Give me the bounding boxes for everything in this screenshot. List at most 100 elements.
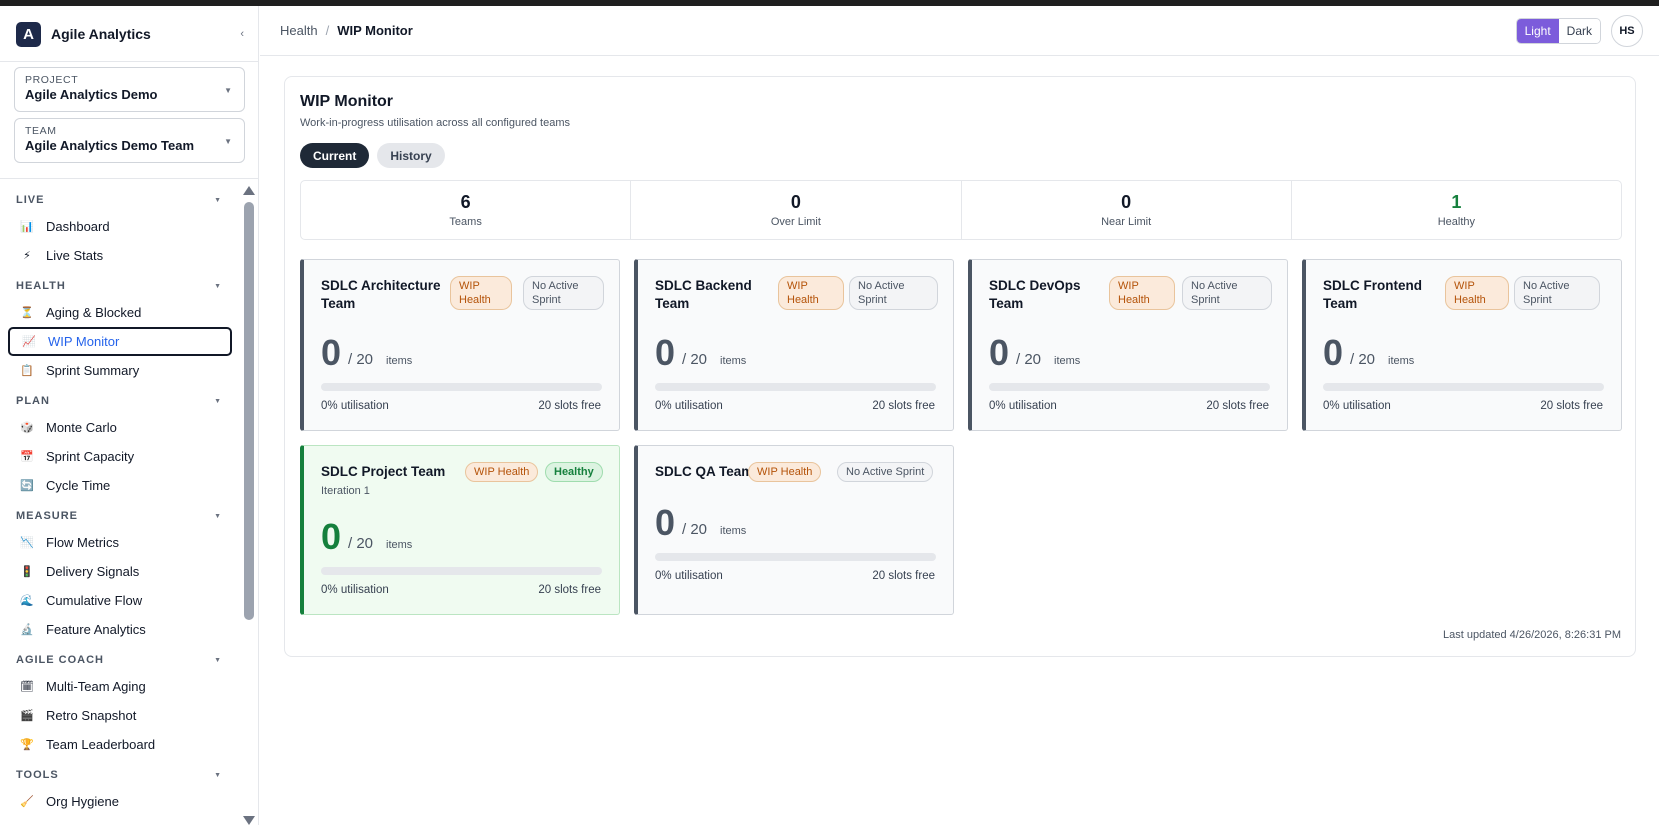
sidebar-item-flow-metrics[interactable]: 📉 Flow Metrics [8,528,232,557]
avatar[interactable]: HS [1611,15,1643,47]
slots-free-text: 20 slots free [872,570,935,582]
scroll-thumb[interactable] [244,202,254,620]
dice-icon: 🎲 [20,422,34,434]
trend-chart-icon: 📈 [22,336,36,348]
tab-history[interactable]: History [377,143,445,168]
team-name: SDLC Backend Team [655,278,752,311]
nav-section-plan[interactable]: PLAN ▼ [0,389,240,413]
brand: A Agile Analytics ‹ [16,20,244,48]
sidebar-item-retro-snapshot[interactable]: 🎬 Retro Snapshot [8,701,232,730]
theme-dark-button[interactable]: Dark [1558,19,1600,43]
stat-near-limit: 0 Near Limit [962,181,1292,239]
team-card-devops[interactable]: SDLC DevOps Team WIP Health No Active Sp… [968,259,1288,431]
wip-count: 0 [655,332,676,373]
stat-teams: 6 Teams [301,181,632,239]
team-name: SDLC Project Team [321,464,446,479]
wip-count: 0 [321,332,342,373]
wip-count: 0 [321,516,342,557]
microscope-icon: 🔬 [20,624,34,636]
wip-monitor-panel: WIP Monitor Work-in-progress utilisation… [284,76,1636,657]
sidebar-item-monte-carlo[interactable]: 🎲 Monte Carlo [8,413,232,442]
cycle-icon: 🔄 [20,480,34,492]
nav-section-live[interactable]: LIVE ▼ [0,188,240,212]
sidebar-item-live-stats[interactable]: ⚡ Live Stats [8,241,232,270]
nav-section-health[interactable]: HEALTH ▼ [0,274,240,298]
utilisation-text: 0% utilisation [655,570,723,582]
sidebar-item-cumulative-flow[interactable]: 🌊 Cumulative Flow [8,586,232,615]
summary-stats: 6 Teams 0 Over Limit 0 Near Limit 1 Healthy [300,180,1622,240]
collapse-sidebar-icon[interactable]: ‹ [240,28,244,40]
utilisation-bar [655,553,936,561]
traffic-light-icon: 🚦 [20,566,34,578]
breadcrumb-separator: / [325,23,330,38]
sidebar-item-aging-blocked[interactable]: ⏳ Aging & Blocked [8,298,232,327]
project-picker-value: Agile Analytics Demo [25,87,158,102]
stat-healthy: 1 Healthy [1437,192,1476,228]
sidebar: A Agile Analytics ‹ PROJECT Agile Analyt… [0,6,259,825]
theme-light-button[interactable]: Light [1516,19,1559,43]
wip-count: 0 [989,332,1010,373]
project-picker[interactable]: PROJECT Agile Analytics Demo ▼ [14,67,245,112]
team-card-qa[interactable]: SDLC QA Team WIP Health No Active Sprint… [634,445,954,615]
wip-limit: / 20 [348,351,374,368]
utilisation-text: 0% utilisation [655,400,723,412]
project-picker-label: PROJECT [25,74,79,86]
wip-health-badge: WIP Health [450,276,512,310]
team-card-backend[interactable]: SDLC Backend Team WIP Health No Active S… [634,259,954,431]
utilisation-text: 0% utilisation [1323,400,1391,412]
team-name: SDLC DevOps Team [989,278,1081,311]
last-updated-text: Last updated 4/26/2026, 8:26:31 PM [1443,629,1621,641]
team-card-frontend[interactable]: SDLC Frontend Team WIP Health No Active … [1302,259,1622,431]
bar-chart-icon: 📊 [20,221,34,233]
view-tabs: Current History [300,143,445,168]
breadcrumb-current: WIP Monitor [337,23,413,38]
sidebar-item-multi-team-aging[interactable]: 🗓 Multi-Team Aging [8,672,232,701]
team-card-architecture[interactable]: SDLC Architecture Team WIP Health No Act… [300,259,620,431]
utilisation-bar [655,383,936,391]
breadcrumb-health[interactable]: Health [280,23,318,38]
sidebar-item-team-leaderboard[interactable]: 🏆 Team Leaderboard [8,730,232,759]
sidebar-item-feature-analytics[interactable]: 🔬 Feature Analytics [8,615,232,644]
scroll-down-arrow-icon[interactable] [243,816,255,825]
sidebar-item-cycle-time[interactable]: 🔄 Cycle Time [8,471,232,500]
wip-health-badge: WIP Health [465,462,539,482]
wip-unit: items [1388,355,1415,367]
sidebar-item-sprint-summary[interactable]: 📋 Sprint Summary [8,356,232,385]
wip-health-badge: WIP Health [1109,276,1175,310]
wip-health-badge: WIP Health [748,462,822,482]
slots-free-text: 20 slots free [1206,400,1269,412]
calendar-grid-icon: 🗓 [20,681,34,693]
wip-limit: / 20 [682,351,708,368]
wip-count: 0 [1323,332,1344,373]
wip-unit: items [720,525,747,537]
scroll-up-arrow-icon[interactable] [243,186,255,195]
sidebar-item-dashboard[interactable]: 📊 Dashboard [8,212,232,241]
chevron-down-icon: ▼ [214,397,222,405]
utilisation-bar [989,383,1270,391]
tab-current[interactable]: Current [300,143,370,168]
team-picker-value: Agile Analytics Demo Team [25,138,195,153]
chevron-down-icon: ▼ [224,137,232,146]
team-picker[interactable]: TEAM Agile Analytics Demo Team ▼ [14,118,245,163]
team-card-project[interactable]: SDLC Project Team Iteration 1 WIP Health… [300,445,620,615]
team-name: SDLC Architecture Team [321,278,441,311]
wip-unit: items [1054,355,1081,367]
calendar-icon: 📅 [20,451,34,463]
sidebar-item-sprint-capacity[interactable]: 📅 Sprint Capacity [8,442,232,471]
sprint-status-badge: No Active Sprint [1182,276,1272,310]
nav-section-agile-coach[interactable]: AGILE COACH ▼ [0,648,240,672]
sprint-status-badge: No Active Sprint [849,276,938,310]
sidebar-item-org-hygiene[interactable]: 🧹 Org Hygiene [8,787,232,816]
team-name: SDLC Frontend Team [1323,278,1422,311]
nav-section-tools[interactable]: TOOLS ▼ [0,763,240,787]
sidebar-nav: LIVE ▼ 📊 Dashboard ⚡ Live Stats HEALTH ▼ ⏳ Ag… [0,184,240,825]
page-subtitle: Work-in-progress utilisation across all … [300,117,571,129]
chevron-down-icon: ▼ [214,512,222,520]
utilisation-bar [321,383,602,391]
nav-section-measure[interactable]: MEASURE ▼ [0,504,240,528]
sidebar-item-wip-monitor[interactable]: 📈 WIP Monitor [8,327,232,356]
clapperboard-icon: 🎬 [20,710,34,722]
sidebar-item-delivery-signals[interactable]: 🚦 Delivery Signals [8,557,232,586]
sidebar-scrollbar[interactable] [243,186,255,825]
chevron-down-icon: ▼ [224,86,232,95]
